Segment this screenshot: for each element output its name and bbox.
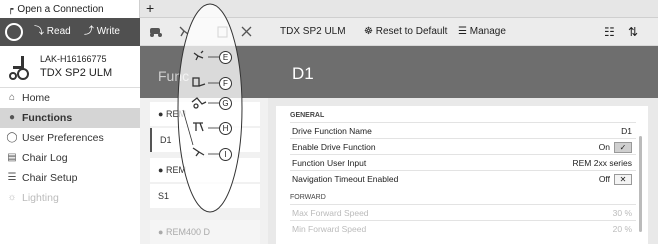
write-icon: ⤴	[84, 26, 94, 37]
setting-value: REM 2xx series	[572, 158, 632, 168]
detail-title: D1	[268, 46, 658, 98]
sidebar-item-functions[interactable]: ● Functions	[0, 108, 140, 128]
setting-row-drive-function-name[interactable]: Drive Function Name D1	[290, 122, 636, 138]
detail-panel: GENERAL Drive Function Name D1 Enable Dr…	[268, 98, 658, 244]
copy-icon[interactable]	[217, 26, 228, 38]
functions-column: Func ● REM D1 ● REM S1 ● REM400 D	[140, 46, 268, 244]
sidebar-item-lighting[interactable]: ☼ Lighting	[0, 188, 140, 208]
function-item[interactable]: ● REM400 D	[150, 220, 260, 244]
lighting-icon: ☼	[7, 192, 17, 203]
walk-icon[interactable]	[179, 26, 189, 37]
sidebar-item-label: Chair Log	[22, 152, 68, 164]
sidebar-nav: ⌂ Home ● Functions ◯ User Preferences ▤ Chai…	[0, 88, 140, 244]
power-icon[interactable]	[5, 23, 23, 41]
setting-value: 20 %	[612, 224, 632, 234]
setting-row-max-forward-speed[interactable]: Max Forward Speed 30 %	[290, 204, 636, 220]
sidebar-item-home[interactable]: ⌂ Home	[0, 88, 140, 108]
setting-label: Navigation Timeout Enabled	[292, 174, 399, 184]
setting-value: 30 %	[612, 208, 632, 218]
tab-label: Open a Connection	[17, 4, 104, 15]
function-label: REM	[165, 165, 186, 175]
read-button[interactable]: ⤵ Read	[34, 18, 71, 46]
function-item[interactable]: S1	[150, 184, 260, 208]
toolbar-left: ⤵ Read ⤴ Write	[0, 18, 140, 46]
function-item[interactable]: ● REM	[150, 102, 260, 126]
connection-icon: ┍	[8, 4, 14, 14]
device-card: LAK-H16166775 TDX SP2 ULM	[0, 46, 140, 88]
remote-icon: ●	[158, 165, 164, 175]
tab-open-connection[interactable]: ┍ Open a Connection	[0, 0, 140, 18]
home-icon: ⌂	[8, 92, 16, 103]
setting-toggle[interactable]: On ✓	[599, 139, 632, 155]
write-label: Write	[96, 26, 120, 37]
setting-label: Drive Function Name	[292, 126, 372, 136]
close-icon[interactable]	[241, 26, 252, 37]
device-file-icon[interactable]: ☷	[604, 18, 615, 46]
setting-label: Max Forward Speed	[292, 208, 369, 218]
check-icon[interactable]: ✓	[614, 142, 632, 154]
setting-row-min-forward-speed[interactable]: Min Forward Speed 20 %	[290, 220, 636, 236]
remote-icon: ●	[158, 227, 164, 237]
function-label: REM400 D	[165, 227, 210, 237]
device-name: TDX SP2 ULM	[40, 67, 113, 79]
device-id: LAK-H16166775	[40, 54, 107, 64]
manage-label: Manage	[469, 26, 506, 37]
reset-button[interactable]: ☸ Reset to Default	[364, 18, 447, 46]
setting-toggle[interactable]: Off ✕	[599, 171, 632, 187]
section-general: GENERAL	[290, 112, 325, 119]
sidebar-item-chair-log[interactable]: ▤ Chair Log	[0, 148, 140, 168]
log-icon: ▤	[7, 152, 17, 163]
device-title: TDX SP2 ULM	[280, 26, 346, 37]
connect-icon[interactable]: ⇅	[628, 18, 638, 46]
settings-card: GENERAL Drive Function Name D1 Enable Dr…	[276, 106, 648, 244]
setting-row-enable-drive[interactable]: Enable Drive Function On ✓	[290, 138, 636, 154]
setting-value: D1	[621, 126, 632, 136]
x-icon[interactable]: ✕	[614, 174, 632, 186]
toolbar-icons	[150, 26, 252, 38]
read-icon: ⤵	[34, 26, 44, 37]
scrollbar[interactable]	[639, 136, 642, 232]
setting-value: On	[598, 142, 610, 152]
setting-label: Min Forward Speed	[292, 224, 367, 234]
sidebar-item-label: Functions	[22, 112, 73, 124]
setting-label: Enable Drive Function	[292, 142, 376, 152]
function-label: REM	[165, 109, 186, 119]
toolbar-right: TDX SP2 ULM ☸ Reset to Default ☰ Manage …	[268, 18, 658, 46]
read-label: Read	[46, 26, 71, 37]
tab-strip: ┍ Open a Connection +	[0, 0, 658, 18]
setting-row-navigation-timeout[interactable]: Navigation Timeout Enabled Off ✕	[290, 170, 636, 186]
setup-icon: ☰	[7, 172, 17, 183]
manage-icon: ☰	[458, 26, 467, 37]
function-label: S1	[158, 191, 170, 201]
remote-icon: ●	[158, 109, 164, 119]
write-button[interactable]: ⤴ Write	[84, 18, 120, 46]
sidebar-item-label: Home	[22, 92, 51, 104]
chair-icon[interactable]	[150, 28, 162, 37]
sidebar-item-label: User Preferences	[22, 132, 104, 144]
sidebar-item-label: Lighting	[22, 192, 59, 204]
function-item[interactable]: ● REM	[150, 158, 260, 182]
user-icon: ◯	[6, 132, 18, 143]
setting-row-user-input[interactable]: Function User Input REM 2xx series	[290, 154, 636, 170]
toolbar-mid	[140, 18, 268, 46]
reset-icon: ☸	[364, 26, 373, 37]
manage-button[interactable]: ☰ Manage	[458, 18, 506, 46]
setting-value: Off	[598, 174, 610, 184]
add-tab-button[interactable]: +	[146, 0, 154, 17]
function-label: D1	[160, 135, 172, 145]
section-forward: FORWARD	[290, 194, 326, 201]
reset-label: Reset to Default	[375, 26, 448, 37]
sidebar-item-user-preferences[interactable]: ◯ User Preferences	[0, 128, 140, 148]
wheelchair-icon	[9, 56, 29, 80]
setting-label: Function User Input	[292, 158, 367, 168]
function-item-selected[interactable]: D1	[150, 128, 260, 152]
functions-header: Func	[140, 46, 268, 98]
functions-icon: ●	[8, 112, 16, 123]
sidebar-item-label: Chair Setup	[22, 172, 78, 184]
sidebar-item-chair-setup[interactable]: ☰ Chair Setup	[0, 168, 140, 188]
